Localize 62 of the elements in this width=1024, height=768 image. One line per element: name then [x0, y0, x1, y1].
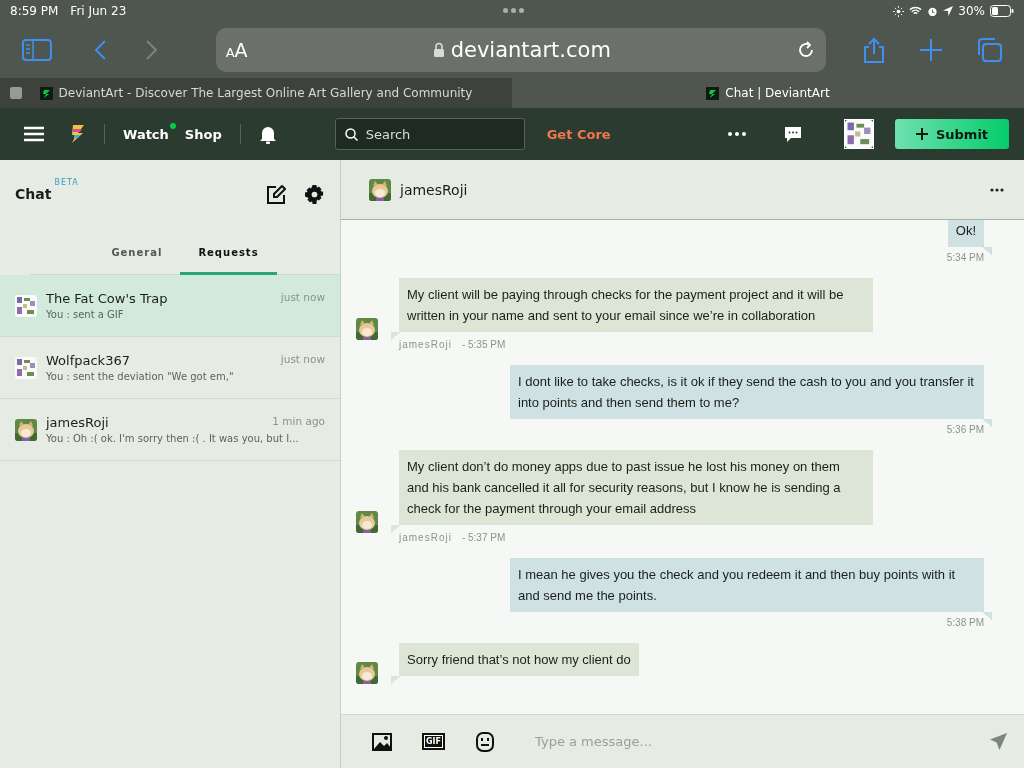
status-time: 8:59 PM [10, 4, 59, 18]
tab-title: Chat | DeviantArt [725, 86, 830, 100]
edit-icon[interactable] [267, 184, 286, 204]
message-time: - 5:37 PM [461, 531, 506, 545]
beta-label: BETA [54, 178, 79, 187]
plus-icon [915, 128, 928, 140]
image-icon[interactable] [372, 732, 392, 751]
tab-title: DeviantArt - Discover The Largest Online Art Gallery and Community [58, 86, 473, 100]
message-preview: You : Oh :( ok. I'm sorry then :( . It was you, but I... [46, 433, 300, 444]
conversation-time: just now [280, 353, 325, 367]
lock-icon [432, 42, 445, 58]
menu-icon[interactable] [24, 126, 44, 142]
nav-link[interactable]: Shop [184, 126, 222, 142]
reload-icon[interactable] [796, 40, 816, 60]
browser-tab[interactable]: DeviantArt - Discover The Largest Online Art Gallery and Community [0, 78, 512, 108]
conversation-time: 1 min ago [272, 415, 325, 429]
search-icon [344, 128, 358, 141]
message-preview: You : sent the deviation "We got em," [46, 371, 235, 382]
conversation-item[interactable]: The Fat Cow's Trap just now You : sent a GIF [0, 275, 340, 337]
url-text: deviantart.com [450, 38, 611, 62]
sender-name: jamesRoji [399, 338, 452, 352]
chat-icon[interactable] [784, 125, 802, 143]
message-time: - 5:35 PM [461, 338, 506, 352]
nav-link[interactable]: Watch [123, 126, 169, 142]
chat-title: Chat [15, 186, 52, 202]
deviantart-logo-icon [39, 86, 53, 100]
more-icon[interactable] [728, 132, 746, 136]
location-icon [943, 6, 954, 16]
battery-percentage: 30% [958, 4, 985, 18]
sender-name: jamesRoji [399, 531, 452, 545]
conversation-name: Wolfpack367 [46, 353, 130, 368]
multitasking-icon[interactable] [503, 8, 524, 13]
emoji-icon[interactable] [475, 731, 495, 752]
settings-icon[interactable] [305, 184, 324, 204]
received-message: Sorry friend that’s not how my client do [391, 643, 639, 684]
deviantart-logo-icon [706, 86, 720, 100]
more-icon[interactable] [990, 187, 1004, 192]
received-message: My client will be paying through checks for the payment project and it will be written in your name and sent to your email since we’re in collaboration [391, 278, 873, 340]
alarm-icon [927, 5, 939, 17]
submit-button[interactable]: Submit [895, 119, 1009, 149]
message-preview: You : sent a GIF [46, 309, 125, 320]
bell-icon[interactable] [258, 124, 277, 144]
received-message: My client don’t do money apps due to past issue he lost his money on them and his bank cancelled it all for security reasons, but I know he is sending a check for the payment through your email address [391, 450, 873, 533]
conversation-name: jamesRoji [46, 415, 109, 430]
text-size-button[interactable]: AA [225, 39, 248, 61]
conversation-item[interactable]: Wolfpack367 just now You : sent the deviation "We got em," [0, 337, 340, 399]
deviantart-logo-icon[interactable] [70, 123, 86, 145]
battery-icon [990, 5, 1014, 17]
gif-icon[interactable]: GIF [422, 733, 445, 750]
message-field[interactable]: Type a message... [535, 734, 959, 749]
conversation-name: The Fat Cow's Trap [46, 291, 168, 306]
conversation-time: just now [280, 291, 325, 305]
send-icon[interactable] [989, 732, 1008, 751]
conversation-item[interactable]: jamesRoji 1 min ago You : Oh :( ok. I'm sorry then :( . It was you, but I... [0, 399, 340, 461]
search-field[interactable]: Search [334, 118, 525, 150]
get-core-link[interactable]: Get Core [546, 126, 611, 142]
contact-name: jamesRoji [400, 181, 469, 198]
wifi-icon [909, 6, 923, 16]
chat-tab[interactable]: General [93, 242, 181, 275]
address-bar[interactable]: AA deviantart.com [215, 28, 826, 72]
status-date: Fri Jun 23 [70, 4, 127, 18]
brightness-icon [893, 5, 905, 17]
